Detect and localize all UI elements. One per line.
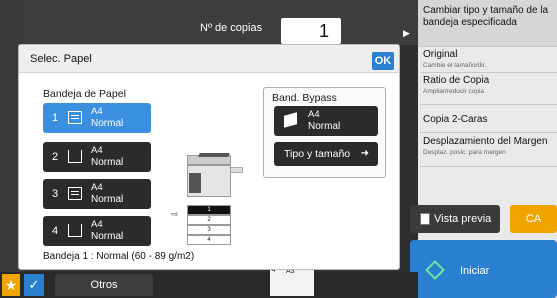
rp-item-cambiar-tipo[interactable]: Cambiar tipo y tamaño de la bandeja espe… — [420, 3, 557, 47]
rp-item-original[interactable]: Original Cambie el tamaño/dir. — [420, 47, 557, 73]
tray-type: Normal — [91, 157, 124, 168]
machine-control-panel — [198, 153, 230, 157]
preview-label: Vista previa — [434, 213, 492, 225]
tray-type: Normal — [91, 118, 124, 129]
tipo-tamano-label: Tipo y tamaño — [284, 148, 351, 160]
paper-tray-icon — [68, 111, 82, 124]
tray-size: A4 — [91, 145, 103, 156]
tray-button-2[interactable]: 2 A4 Normal — [43, 142, 151, 172]
rp-item-title: Desplazamiento del Margen — [423, 136, 548, 147]
copies-label: Nº de copias — [200, 22, 263, 34]
tray-number: 4 — [52, 225, 59, 237]
ok-button[interactable]: OK — [372, 52, 394, 70]
copies-field[interactable]: 1 — [281, 18, 341, 44]
rp-item-2caras[interactable]: Copia 2-Caras — [420, 105, 557, 133]
tipo-tamano-button[interactable]: Tipo y tamaño ➜ — [274, 142, 378, 166]
start-button[interactable]: Iniciar — [410, 240, 557, 298]
tray-button-3[interactable]: 3 A4 Normal — [43, 179, 151, 209]
bypass-tray-icon — [284, 112, 297, 128]
preview-button[interactable]: Vista previa — [410, 205, 500, 233]
dialog-header: Selec. Papel OK — [19, 45, 399, 73]
machine-front — [189, 173, 201, 193]
check-icon[interactable]: ✓ — [24, 274, 44, 296]
tray-button-4[interactable]: 4 A4 Normal — [43, 216, 151, 246]
machine-diagram: 1 2 3 4 ⇨ — [169, 153, 254, 253]
machine-tray-4: 4 — [187, 235, 231, 245]
arrow-right-icon: ➜ — [360, 148, 369, 159]
tray-type: Normal — [91, 231, 124, 242]
bypass-panel: Band. Bypass A4 Normal Tipo y tamaño ➜ — [263, 87, 386, 178]
panel-expand-icon[interactable]: ▶ — [403, 28, 410, 39]
dialog-title: Selec. Papel — [30, 53, 92, 65]
bypass-tray-button[interactable]: A4 Normal — [274, 106, 378, 136]
machine-tray-3: 3 — [187, 225, 231, 235]
rp-item-subtitle: Desplaz. posic. para margen — [423, 149, 506, 156]
rp-item-title: Original — [423, 49, 458, 60]
trays-label: Bandeja de Papel — [43, 88, 126, 100]
paper-select-dialog: Selec. Papel OK Bandeja de Papel 1 A4 No… — [18, 44, 400, 270]
start-label: Iniciar — [460, 265, 490, 277]
tray-button-1[interactable]: 1 A4 Normal — [43, 103, 151, 133]
rp-item-title: Copia 2-Caras — [423, 114, 488, 125]
rp-item-margen[interactable]: Desplazamiento del Margen Desplaz. posic… — [420, 133, 557, 167]
tray-number: 3 — [52, 188, 59, 200]
preview-icon — [420, 213, 430, 226]
tray-type: Normal — [91, 194, 124, 205]
tray-size: A4 — [91, 106, 103, 117]
tray-size: A4 — [308, 109, 320, 120]
tray-pointer-icon: ⇨ — [171, 209, 179, 219]
rp-item-ratio[interactable]: Ratio de Copia Ampliar/reducir copia — [420, 73, 557, 105]
rp-item-title: Cambiar tipo y tamaño de la bandeja espe… — [423, 5, 549, 28]
machine-tray-2: 2 — [187, 215, 231, 225]
ca-button[interactable]: CA — [510, 205, 557, 233]
bypass-title: Band. Bypass — [272, 92, 337, 104]
paper-tray-icon — [68, 224, 82, 237]
star-icon[interactable]: ★ — [2, 274, 20, 296]
tray-size: A4 — [91, 219, 103, 230]
start-icon — [425, 260, 445, 280]
paper-tray-icon — [68, 150, 82, 163]
rp-item-subtitle: Cambie el tamaño/dir. — [423, 62, 487, 69]
tray-number: 1 — [52, 112, 59, 124]
otros-button[interactable]: Otros — [55, 274, 153, 296]
paper-tray-icon — [68, 187, 82, 200]
rp-item-subtitle: Ampliar/reducir copia — [423, 88, 485, 95]
rp-item-title: Ratio de Copia — [423, 75, 490, 86]
tray-size: A4 — [91, 182, 103, 193]
machine-tray-1: 1 — [187, 205, 231, 215]
tray-number: 2 — [52, 151, 59, 163]
tray-type: Normal — [308, 121, 341, 132]
